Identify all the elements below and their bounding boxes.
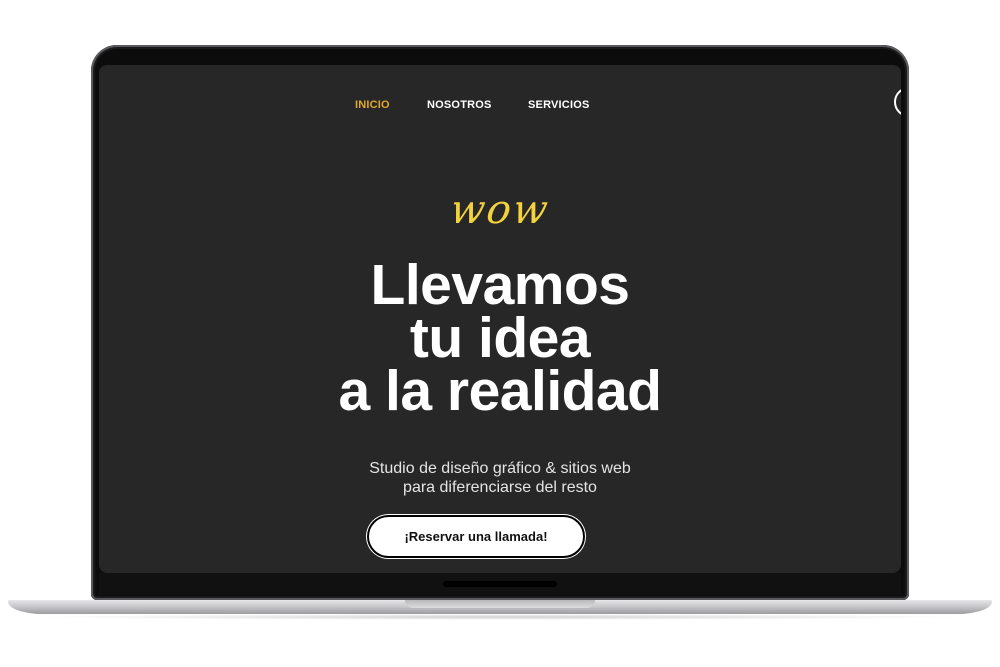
nav-item-servicios[interactable]: SERVICIOS bbox=[528, 99, 590, 111]
headline-line-1: Llevamos bbox=[370, 253, 630, 317]
laptop-shadow bbox=[30, 614, 970, 620]
main-nav: INICIO NOSOTROS SERVICIOS bbox=[99, 99, 901, 119]
headline-line-3: a la realidad bbox=[338, 359, 662, 423]
book-call-button[interactable]: ¡Reservar una llamada! bbox=[367, 515, 585, 558]
laptop-hinge bbox=[443, 581, 557, 587]
nav-item-inicio[interactable]: INICIO bbox=[355, 99, 390, 111]
laptop-base-notch bbox=[405, 600, 595, 608]
laptop-mockup: INICIO NOSOTROS SERVICIOS wow Llevamos t… bbox=[0, 0, 1000, 667]
hero-subtitle: Studio de diseño gráfico & sitios web pa… bbox=[99, 459, 901, 497]
subtitle-line-2: para diferenciarse del resto bbox=[403, 479, 597, 496]
subtitle-line-1: Studio de diseño gráfico & sitios web bbox=[369, 460, 631, 477]
hero-headline: Llevamos tu idea a la realidad bbox=[99, 253, 901, 423]
website-screen: INICIO NOSOTROS SERVICIOS wow Llevamos t… bbox=[99, 65, 901, 573]
script-accent-text: wow bbox=[447, 187, 553, 233]
nav-item-nosotros[interactable]: NOSOTROS bbox=[427, 99, 492, 111]
headline-line-2: tu idea bbox=[409, 306, 591, 370]
